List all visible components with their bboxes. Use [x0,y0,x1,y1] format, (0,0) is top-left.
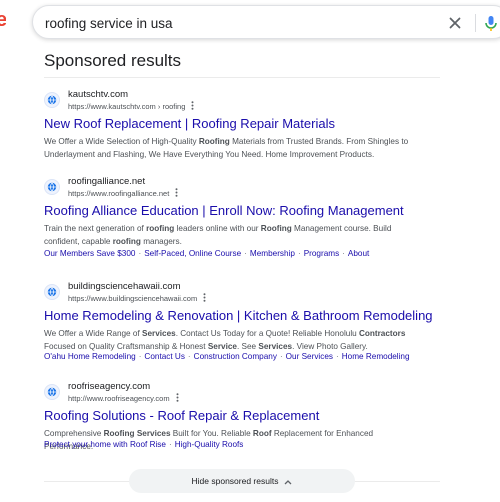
desc-bold: Service [207,342,237,351]
ad-result: roofriseagency.com http://www.roofriseag… [44,381,464,456]
section-title: Sponsored results [44,51,182,70]
globe-icon [44,92,60,108]
vertical-dots-icon[interactable] [175,188,178,199]
desc-bold: Roofing [198,137,230,146]
desc-text: Underlayment and Flashing, We Have Every… [44,150,375,159]
sitelink[interactable]: Our Services [286,352,333,361]
desc-text: We Offer a Wide Range of [44,329,142,338]
globe-icon [44,384,60,400]
desc-text: Comprehensive [44,429,104,438]
site-url-text: https://www.kautschtv.com › roofing [68,102,186,111]
desc-bold: Services [142,329,176,338]
sitelink-separator: · [168,440,172,449]
ad-title-link[interactable]: Home Remodeling & Renovation | Kitchen &… [44,308,433,323]
site-name: roofriseagency.com [68,381,151,392]
ad-description: Train the next generation of roofing lea… [44,222,424,248]
globe-icon [44,284,60,300]
desc-text: Materials from Trusted Brands. From Shin… [229,137,409,146]
desc-text: Built for You. Reliable [170,429,253,438]
section-divider [44,77,440,78]
site-name: roofingalliance.net [68,176,146,187]
desc-text: Management course. Build [291,224,392,233]
ad-description: We Offer a Wide Selection of High-Qualit… [44,135,424,161]
sitelink-separator: · [336,352,339,361]
sitelink-separator: · [244,249,247,258]
desc-bold: Roof [252,429,272,438]
site-url: https://www.kautschtv.com › roofing [68,101,194,112]
sitelink[interactable]: O'ahu Home Remodeling [44,352,136,361]
globe-icon [44,179,60,195]
desc-bold: Contractors [358,329,406,338]
sitelink-separator: · [138,249,142,258]
close-icon[interactable] [445,13,465,33]
site-url-text: https://www.buildingsciencehawaii.com [68,294,198,303]
desc-bold: roofing [112,237,141,246]
sitelink[interactable]: About [348,249,369,258]
sitelink[interactable]: Programs [304,249,340,258]
sitelinks: O'ahu Home Remodeling · Contact Us · Constru… [44,352,410,361]
site-name: kautschtv.com [68,89,129,100]
microphone-icon[interactable] [481,13,500,33]
sitelink[interactable]: Self-Paced, Online Course [144,249,241,258]
search-divider [475,14,476,32]
sitelinks: Protect your home with Roof Rise · High-Qu… [44,440,243,449]
sitelink[interactable]: High-Quality Roofs [175,440,244,449]
ad-result: roofingalliance.net https://www.roofinga… [44,176,464,266]
sitelink[interactable]: Membership [250,249,295,258]
desc-bold: roofing [146,224,175,233]
desc-text: . See [236,342,259,351]
hide-sponsored-results-button[interactable]: Hide sponsored results [129,469,355,493]
desc-text: leaders online with our [174,224,261,233]
sitelink[interactable]: Protect your home with Roof Rise [44,440,166,449]
sitelink-separator: · [279,352,283,361]
site-url-text: http://www.roofriseagency.com [68,394,170,403]
search-input[interactable] [45,14,405,32]
search-bar [32,5,500,39]
ad-description: We Offer a Wide Range of Services. Conta… [44,327,424,353]
desc-bold: Services [258,342,293,351]
ad-title-link[interactable]: Roofing Alliance Education | Enroll Now:… [44,203,404,218]
sitelinks: Our Members Save $300 · Self-Paced, Online… [44,249,369,258]
site-url-text: https://www.roofingalliance.net [68,189,170,198]
site-url: https://www.roofingalliance.net [68,188,178,199]
sitelink-separator: · [297,249,301,258]
site-name: buildingsciencehawaii.com [68,281,181,292]
chevron-up-icon [284,470,292,494]
desc-text: managers. [140,237,182,246]
site-url: http://www.roofriseagency.com [68,393,179,404]
desc-text: confident, capable [44,237,113,246]
hide-button-label: Hide sponsored results [191,476,279,486]
vertical-dots-icon[interactable] [176,393,179,404]
vertical-dots-icon[interactable] [191,101,194,112]
sitelink[interactable]: Construction Company [194,352,277,361]
desc-text: We Offer a Wide Selection of High-Qualit… [44,137,199,146]
vertical-dots-icon[interactable] [203,293,206,304]
site-url: https://www.buildingsciencehawaii.com [68,293,206,304]
desc-text: . View Photo Gallery. [292,342,368,351]
desc-bold: Roofing [260,224,292,233]
ad-title-link[interactable]: Roofing Solutions - Roof Repair & Replac… [44,408,319,423]
desc-text: . Contact Us Today for a Quote! Reliable… [175,329,359,338]
google-logo-fragment[interactable]: e [0,10,6,30]
desc-text: Train the next generation of [44,224,147,233]
sitelink[interactable]: Our Members Save $300 [44,249,135,258]
sitelink[interactable]: Contact Us [144,352,185,361]
ad-title-link[interactable]: New Roof Replacement | Roofing Repair Ma… [44,116,335,131]
sitelink[interactable]: Home Remodeling [342,352,410,361]
sitelink-separator: · [342,249,345,258]
desc-text: Focused on Quality Craftsmanship & Hones… [44,342,208,351]
desc-bold: Roofing Services [103,429,171,438]
ad-result: buildingsciencehawaii.com https://www.bu… [44,281,464,371]
ad-result: kautschtv.com https://www.kautschtv.com … [44,89,464,159]
sitelink-separator: · [187,352,191,361]
